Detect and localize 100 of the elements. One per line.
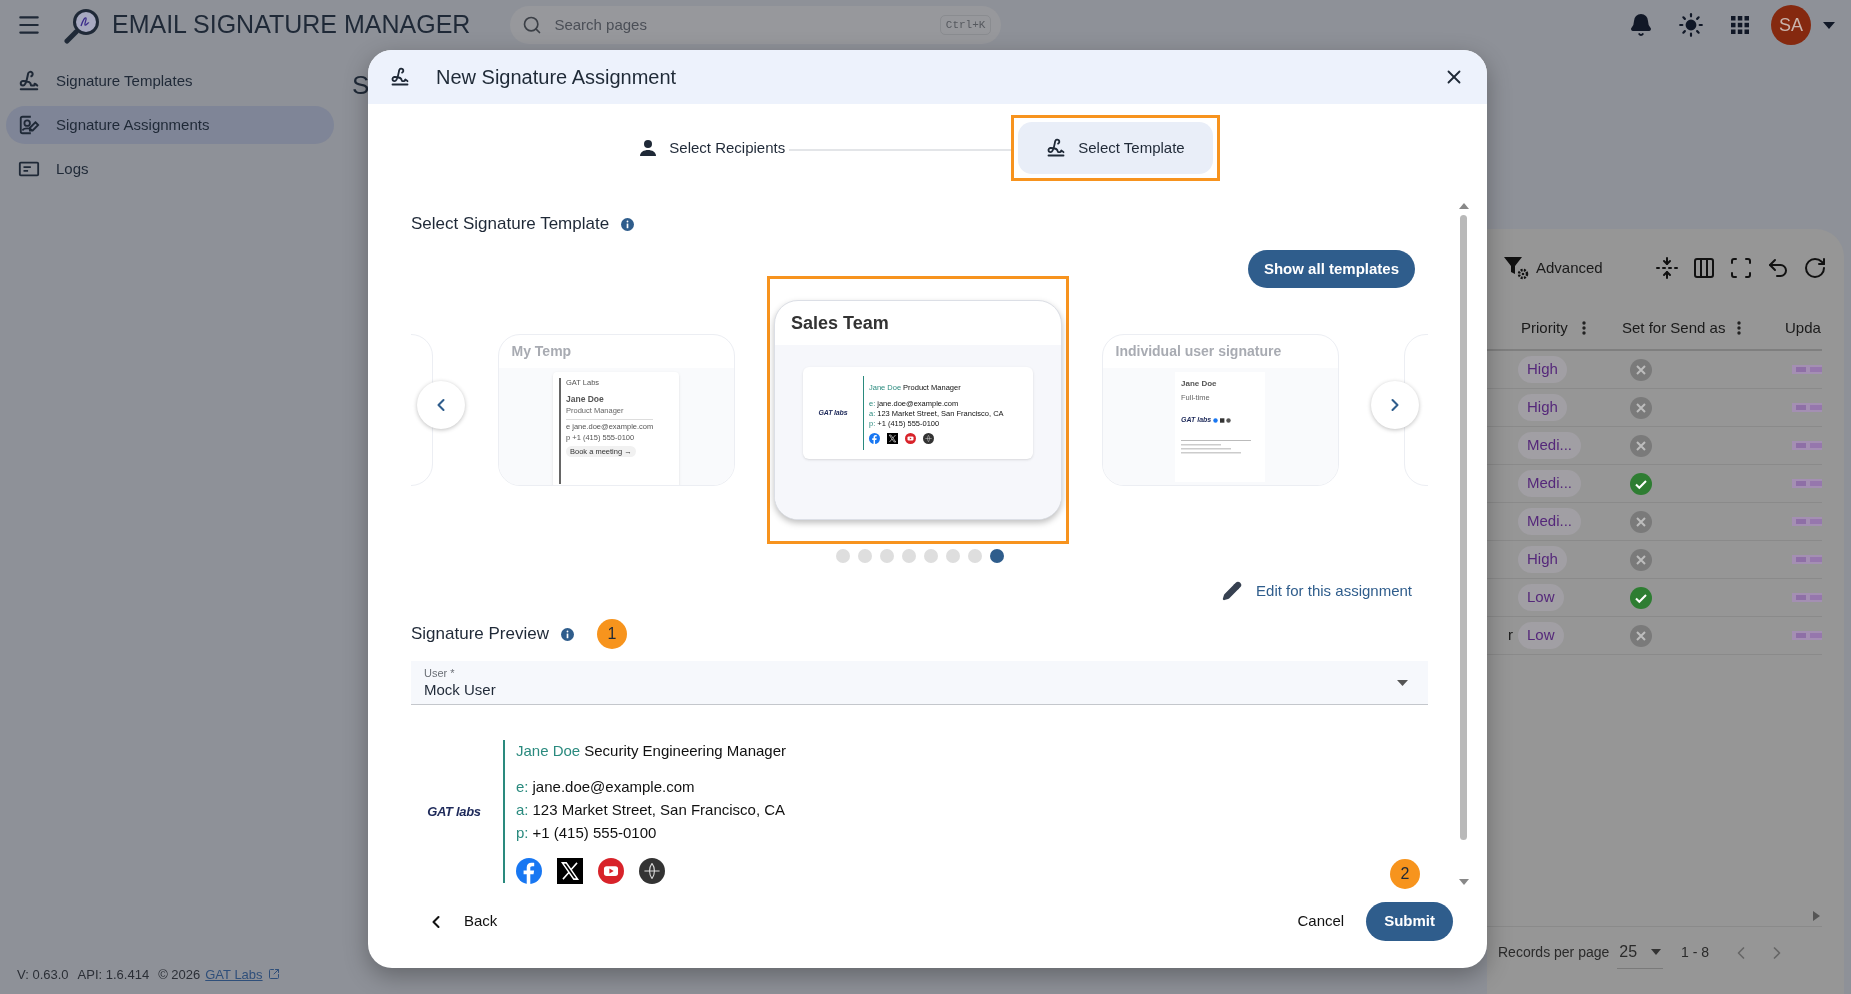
template-title: My Temp [511,342,572,361]
undo-icon[interactable] [1766,256,1790,280]
profile-card-icon [18,114,40,136]
signature-name: Jane Doe [566,395,605,404]
priority-chip: Medi... [1518,508,1581,535]
records-per-page-label: Records per page [1498,943,1610,962]
apps-grid-icon[interactable] [1730,15,1750,35]
contact-label: e: [516,777,529,798]
step-label: Select Template [1078,137,1185,158]
contact-label: a: [516,800,529,821]
company-logo: GAT labs [427,802,481,821]
column-menu-icon[interactable] [1737,321,1742,335]
facebook-icon [516,858,542,884]
column-header[interactable]: Set for Send as [1622,316,1726,340]
advanced-filter-button[interactable]: Advanced [1536,256,1603,280]
priority-chip: Medi... [1518,432,1581,459]
sidebar-item[interactable]: Signature Assignments [6,106,334,144]
edit-link[interactable]: Edit for this assignment [1256,579,1412,603]
back-button[interactable]: Back [422,902,502,941]
search-input[interactable]: Search pages [554,13,940,37]
priority-chip: Low [1518,584,1564,611]
show-all-templates-button[interactable]: Show all templates [1247,250,1415,288]
table-cell-text: r [1508,625,1513,646]
signature-name: Jane Doe [1181,378,1218,390]
annotation-badge: 1 [596,619,627,649]
shortcut-hint: Ctrl+K [939,14,992,36]
page-range: 1 - 8 [1681,943,1710,962]
x-logo-icon [887,433,898,445]
caret-icon[interactable] [1823,21,1835,29]
blurred-text [1792,631,1822,640]
scroll-down-arrow-icon[interactable] [1459,879,1469,885]
blurred-text [1792,403,1822,412]
columns-icon[interactable] [1692,256,1716,280]
cancel-button[interactable]: Cancel [1287,902,1355,941]
priority-chip: High [1518,546,1567,573]
blurred-text [1792,365,1822,374]
column-header[interactable]: Priority [1521,316,1568,340]
priority-chip: High [1518,356,1567,383]
template-title: Individual user signature [1115,342,1282,361]
sidebar-item[interactable]: Logs [6,150,334,188]
blurred-text [1792,555,1822,564]
blurred-text [1792,593,1822,602]
copyright-text: © 2026 [158,965,201,984]
blurred-text [1792,517,1822,526]
filter-settings-icon[interactable] [1503,256,1529,280]
api-version-text: API: 1.6.414 [77,965,150,984]
records-per-page-select[interactable]: 25 [1617,936,1664,969]
pencil-icon[interactable] [1222,581,1243,601]
priority-chip: Medi... [1518,470,1581,497]
priority-chip: Low [1518,622,1564,649]
blurred-text [1792,441,1822,450]
version-text: V: 0.63.0 [17,965,69,984]
signature-icon [18,70,40,92]
section-heading: Signature Preview [411,623,549,646]
contact-value: jane.doe@example.com [532,777,695,798]
column-header[interactable]: Upda [1785,316,1821,340]
person-icon [639,139,658,157]
youtube-icon [905,433,916,445]
scroll-right-arrow-icon[interactable] [1813,911,1820,921]
text-lines-drawing [1181,439,1251,454]
column-menu-icon[interactable] [1581,321,1586,335]
scroll-up-arrow-icon[interactable] [1459,203,1469,209]
search-icon [522,15,543,35]
signature-icon [1046,138,1067,158]
facebook-icon [869,433,880,445]
app-title: EMAIL SIGNATURE MANAGER [112,9,471,41]
notification-bell-icon[interactable] [1629,13,1653,37]
contact-value: 123 Market Street, San Francisco, CA [532,800,786,821]
annotation-badge: 2 [1390,859,1420,889]
fullscreen-icon[interactable] [1729,256,1753,280]
youtube-icon [598,858,624,884]
template-title: Sales Team [791,311,889,335]
stepper-step[interactable]: Select Template [1018,122,1213,174]
globe-icon [639,858,665,884]
priority-chip: High [1518,394,1567,421]
info-icon[interactable] [560,627,574,641]
scrollbar-thumb[interactable] [1460,215,1467,840]
user-avatar[interactable]: SA [1771,5,1811,45]
user-select-field[interactable]: User * Mock User [411,661,1428,705]
signature-role: Security Engineering Manager [584,740,786,761]
sidebar-item[interactable]: Signature Templates [6,62,334,100]
section-heading: Select Signature Template [411,213,610,236]
info-icon[interactable] [621,217,635,231]
x-logo-icon [557,858,583,884]
page-heading: S [352,69,370,102]
refresh-icon[interactable] [1803,256,1827,280]
signature-name: Jane Doe [516,740,581,761]
contact-label: p: [516,823,529,844]
magnifier-logo-icon [64,6,102,44]
sun-icon[interactable] [1678,12,1704,38]
blurred-text [1792,479,1822,488]
dialog-title: New Signature Assignment [436,65,677,90]
globe-icon [923,433,934,445]
submit-button[interactable]: Submit [1366,902,1453,941]
caret-icon [1397,679,1408,686]
density-icon[interactable] [1655,256,1679,280]
stepper-step[interactable]: Select Recipients [635,122,790,174]
social-icons-drawing [1213,418,1232,423]
caret-icon [1651,949,1662,955]
signature-icon [390,67,410,87]
